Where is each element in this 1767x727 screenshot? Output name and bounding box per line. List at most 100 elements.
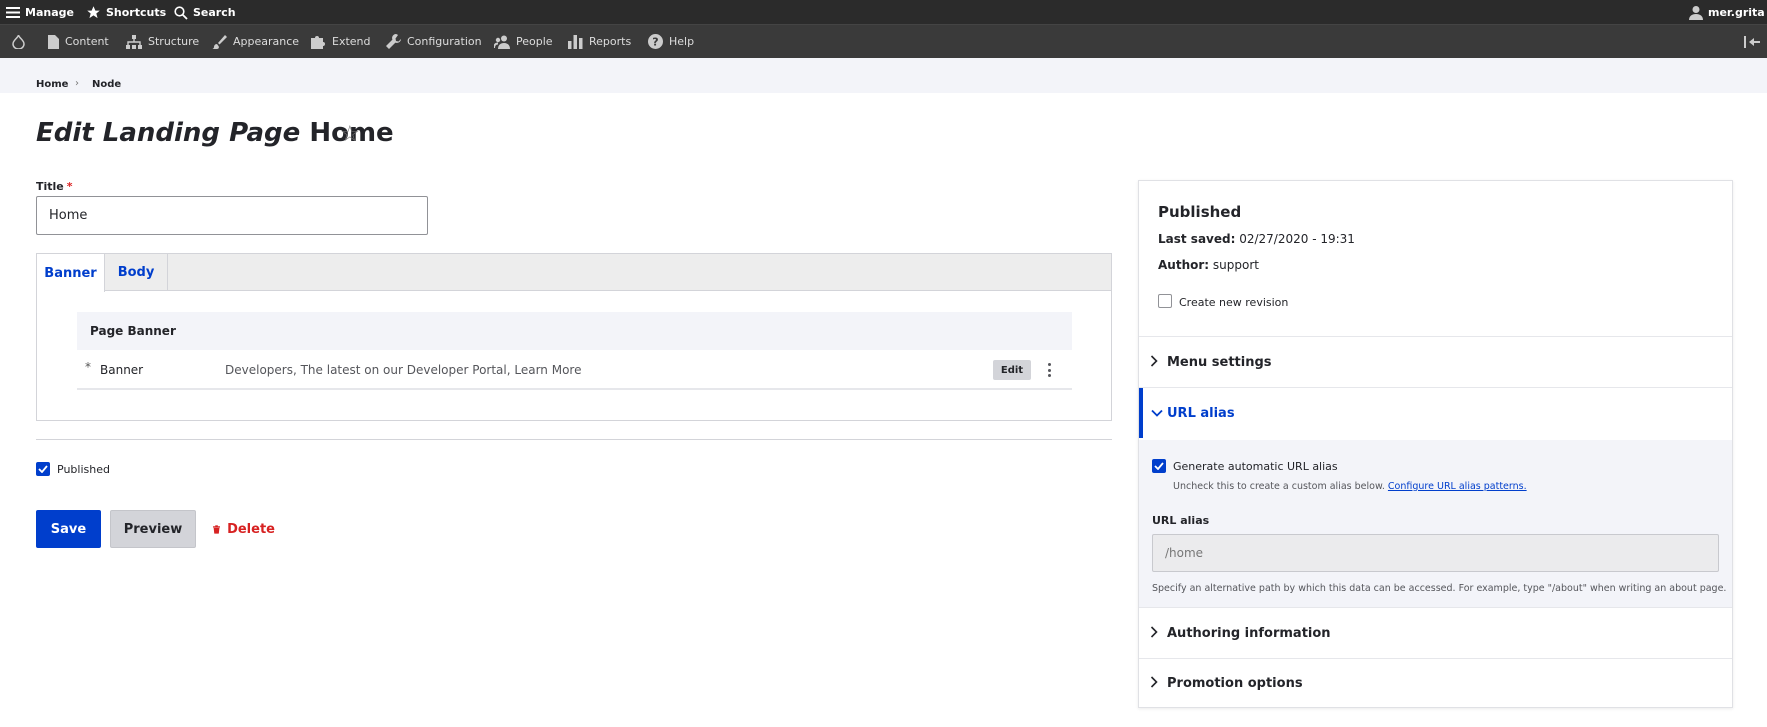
user-menu[interactable]: mer.grita [1689, 0, 1765, 25]
details-menu-settings[interactable]: Menu settings [1139, 337, 1732, 387]
details-authoring-information[interactable]: Authoring information [1139, 608, 1732, 658]
details-label: Authoring information [1167, 625, 1331, 641]
new-revision-label: Create new revision [1179, 296, 1289, 309]
url-alias-input[interactable]: /home [1152, 534, 1719, 572]
title-label-text: Title [36, 180, 64, 193]
shortcuts-label: Shortcuts [106, 6, 167, 19]
tray-label: Content [65, 35, 109, 48]
entity-meta-sidebar: Published Last saved: 02/27/2020 - 19:31… [1138, 180, 1733, 708]
trash-icon [213, 524, 221, 534]
auto-alias-checkbox[interactable] [1152, 459, 1166, 473]
url-alias-help: Specify an alternative path by which thi… [1152, 583, 1727, 594]
tray-label: Configuration [407, 35, 482, 48]
last-saved-label: Last saved: [1158, 232, 1236, 246]
configure-patterns-link[interactable]: Configure URL alias patterns. [1388, 481, 1527, 492]
tray-item-appearance[interactable]: Appearance [212, 25, 299, 58]
manage-label: Manage [25, 6, 74, 19]
table-row: * Banner Developers, The latest on our D… [77, 350, 1072, 390]
last-saved-value: 02/27/2020 - 19:31 [1239, 232, 1355, 246]
title-label: Title * [36, 180, 73, 193]
chevron-right-icon [1150, 676, 1158, 688]
delete-label: Delete [227, 521, 275, 537]
last-saved: Last saved: 02/27/2020 - 19:31 [1158, 232, 1355, 246]
delete-button[interactable]: Delete [213, 510, 275, 548]
new-revision-checkbox[interactable] [1158, 294, 1172, 308]
url-alias-value: /home [1165, 546, 1204, 560]
title-input[interactable]: Home [36, 196, 428, 235]
details-url-alias[interactable]: URL alias [1139, 388, 1732, 438]
tray-item-people[interactable]: People [494, 25, 553, 58]
details-promotion-options[interactable]: Promotion options [1139, 658, 1732, 708]
tray-label: Reports [589, 35, 632, 48]
puzzle-icon [311, 36, 325, 49]
details-label: Promotion options [1167, 675, 1303, 691]
paragraph-name: Banner [100, 363, 144, 377]
required-marker: * [66, 180, 73, 193]
tray-label: Appearance [233, 35, 300, 48]
breadcrumb-node[interactable]: Node [92, 79, 121, 90]
published-checkbox[interactable] [36, 462, 50, 476]
shortcut-star-icon[interactable]: ☆ [340, 124, 360, 146]
tray-item-extend[interactable]: Extend [311, 25, 371, 58]
tab-body[interactable]: Body [105, 254, 168, 291]
required-marker: * [85, 360, 91, 374]
url-alias-label: URL alias [1152, 514, 1210, 527]
edit-button[interactable]: Edit [993, 360, 1031, 380]
star-icon [87, 6, 100, 19]
status-heading: Published [1158, 203, 1242, 221]
tray-label: People [516, 35, 553, 48]
tray-item-configuration[interactable]: Configuration [386, 25, 482, 58]
author-value: support [1212, 258, 1259, 272]
chevron-right-icon [1150, 626, 1158, 638]
url-alias-panel: Generate automatic URL alias Uncheck thi… [1139, 440, 1732, 607]
search-label: Search [193, 6, 236, 19]
people-icon [494, 35, 510, 49]
tray-item-structure[interactable]: Structure [126, 25, 199, 58]
home-icon-link[interactable] [12, 25, 31, 58]
breadcrumb-separator: › [75, 78, 79, 89]
manage-button[interactable]: Manage [6, 0, 74, 25]
bar-chart-icon [568, 35, 583, 49]
tray-item-help[interactable]: ? Help [648, 25, 694, 58]
tray-item-content[interactable]: Content [48, 25, 109, 58]
collapse-tray-button[interactable] [1744, 25, 1766, 58]
drupal-home-icon [12, 34, 25, 49]
published-label: Published [57, 463, 110, 476]
tray-label: Help [669, 35, 695, 48]
paintbrush-icon [212, 35, 227, 49]
check-icon [1154, 462, 1164, 470]
breadcrumb-home[interactable]: Home [36, 79, 68, 90]
check-icon [38, 465, 48, 473]
auto-alias-help: Uncheck this to create a custom alias be… [1173, 481, 1527, 492]
chevron-right-icon [1150, 355, 1158, 367]
more-actions-icon[interactable] [1044, 360, 1054, 380]
tabs-bar: Banner Body [37, 254, 1111, 292]
chevron-down-icon [1151, 409, 1163, 417]
tray-item-reports[interactable]: Reports [568, 25, 631, 58]
svg-text:?: ? [652, 36, 658, 49]
tab-banner[interactable]: Banner [37, 254, 105, 292]
wrench-icon [386, 34, 401, 49]
author-label: Author: [1158, 258, 1210, 272]
tray-label: Structure [148, 35, 200, 48]
details-label: Menu settings [1167, 354, 1272, 370]
title-input-value: Home [49, 208, 88, 223]
tray-label: Extend [332, 35, 371, 48]
paragraph-summary: Developers, The latest on our Developer … [225, 363, 582, 377]
shortcuts-button[interactable]: Shortcuts [86, 0, 166, 25]
breadcrumb [0, 58, 1767, 93]
sitemap-icon [126, 34, 142, 49]
admin-toolbar: Manage Shortcuts Search mer.grita [0, 0, 1767, 25]
user-icon [1689, 6, 1703, 20]
user-name: mer.grita [1708, 6, 1765, 19]
help-icon: ? [648, 34, 663, 49]
preview-button[interactable]: Preview [110, 510, 196, 548]
search-button[interactable]: Search [174, 0, 236, 25]
field-group-tabs: Banner Body Page Banner * Banner Develop… [36, 253, 1112, 421]
file-icon [48, 34, 59, 49]
page-title-type: Edit Landing Page [36, 118, 301, 148]
page-banner-heading: Page Banner [77, 312, 1072, 350]
save-button[interactable]: Save [36, 510, 101, 548]
auto-alias-label: Generate automatic URL alias [1173, 460, 1338, 473]
auto-alias-help-text: Uncheck this to create a custom alias be… [1173, 481, 1385, 492]
